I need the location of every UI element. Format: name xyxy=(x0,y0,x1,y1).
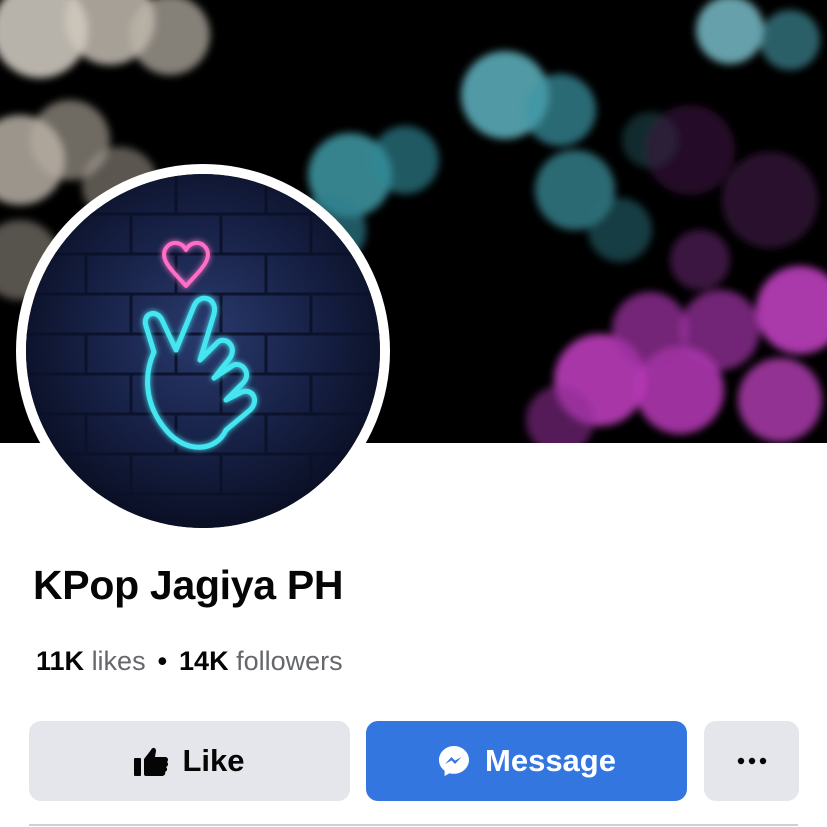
messenger-icon xyxy=(437,744,471,778)
thumbs-up-icon xyxy=(134,746,169,776)
more-options-icon xyxy=(737,757,767,765)
profile-picture[interactable] xyxy=(26,174,380,528)
like-button[interactable]: Like xyxy=(29,721,350,801)
likes-count: 11K xyxy=(36,646,85,676)
likes-label: likes xyxy=(91,646,146,676)
followers-count: 14K xyxy=(179,646,229,676)
page-title: KPop Jagiya PH xyxy=(33,562,344,608)
followers-label: followers xyxy=(236,646,343,676)
like-button-label: Like xyxy=(182,743,245,778)
message-button-label: Message xyxy=(485,743,616,778)
section-divider xyxy=(29,824,798,826)
stats-separator: • xyxy=(157,646,168,676)
page-stats: 11K likes • 14K followers xyxy=(36,646,343,677)
more-options-button[interactable] xyxy=(704,721,799,801)
message-button[interactable]: Message xyxy=(366,721,687,801)
